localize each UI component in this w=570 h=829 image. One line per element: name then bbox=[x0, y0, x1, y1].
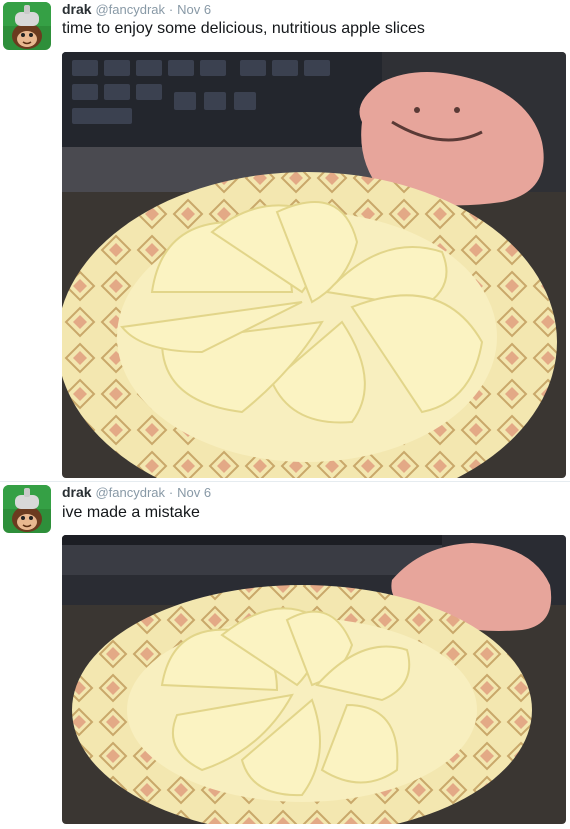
tweet-header: drak @fancydrak · Nov 6 bbox=[62, 1, 211, 18]
author-handle[interactable]: @fancydrak bbox=[95, 485, 165, 500]
tweet-photo[interactable] bbox=[62, 52, 566, 478]
separator-dot: · bbox=[168, 485, 174, 500]
tweet-photo[interactable] bbox=[62, 535, 566, 824]
author-handle[interactable]: @fancydrak bbox=[95, 2, 165, 17]
tweet-date[interactable]: Nov 6 bbox=[177, 2, 211, 17]
tweet-2: drak @fancydrak · Nov 6 ive made a mista… bbox=[0, 481, 570, 829]
monkey-helmet-avatar-icon bbox=[3, 485, 51, 533]
author-name[interactable]: drak bbox=[62, 1, 92, 17]
monkey-helmet-avatar-icon bbox=[3, 2, 51, 50]
tweet-text: ive made a mistake bbox=[62, 504, 200, 521]
tweet-text: time to enjoy some delicious, nutritious… bbox=[62, 20, 425, 37]
avatar[interactable] bbox=[3, 2, 51, 50]
onion-plate-photo bbox=[62, 535, 566, 824]
onion-plate-photo bbox=[62, 52, 566, 478]
separator-dot: · bbox=[168, 2, 174, 17]
tweet-header: drak @fancydrak · Nov 6 bbox=[62, 484, 211, 501]
tweet-1: drak @fancydrak · Nov 6 time to enjoy so… bbox=[0, 0, 570, 481]
tweet-date[interactable]: Nov 6 bbox=[177, 485, 211, 500]
avatar[interactable] bbox=[3, 485, 51, 533]
author-name[interactable]: drak bbox=[62, 484, 92, 500]
